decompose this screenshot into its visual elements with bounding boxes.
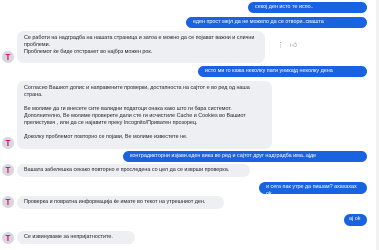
message-bubble[interactable]: секој ден исто те испо.. <box>248 2 367 13</box>
chat-thread: секој ден исто те испо.. еден прост мејл… <box>0 0 379 250</box>
message-bubble[interactable]: Се работи на надградба на нашата страниц… <box>17 31 265 63</box>
telekom-avatar-icon: T <box>2 232 14 244</box>
telekom-avatar-icon: T <box>2 51 14 63</box>
message-paragraph: Ве молиме да ги внесете сите валидни под… <box>24 106 246 126</box>
message-paragraph: Се работи на надградба на нашата страниц… <box>24 35 255 48</box>
message-bubble[interactable]: Согласно Вашиот допис и направените пров… <box>17 81 272 149</box>
telekom-avatar-icon: T <box>2 137 14 149</box>
message-text: и сега пак утре да пишам? ахахахах ok <box>266 184 357 197</box>
message-bubble[interactable]: контрадикторни изјави.еден вика во ред и… <box>123 151 367 162</box>
message-bubble[interactable]: Се извинуваме за непријатностите. <box>17 231 135 244</box>
message-paragraph: Се извинуваме за непријатностите. <box>24 234 113 240</box>
message-paragraph: Вашата забелешка секако повторно е просл… <box>24 167 230 173</box>
message-text: секој ден исто те испо.. <box>255 4 314 10</box>
message-bubble[interactable]: и сега пак утре да пишам? ахахахах ok <box>259 182 367 197</box>
message-paragraph: Проблемот ќе биде отстранет во најбрз мо… <box>24 49 153 55</box>
message-paragraph: Согласно Вашиот допис и направените пров… <box>24 85 250 98</box>
message-bubble[interactable]: исто ми го кажа неколку пати уникајд нек… <box>198 66 367 77</box>
message-text: aj ok <box>349 216 361 222</box>
message-text: исто ми го кажа неколку пати уникајд нек… <box>205 68 333 74</box>
message-bubble[interactable]: aj ok <box>344 214 367 226</box>
message-text: еден прост мејл да не можело да се отвор… <box>193 19 324 25</box>
message-bubble[interactable]: Проверка и повратна информација ќе имате… <box>17 196 224 209</box>
message-bubble[interactable]: еден прост мејл да не можело да се отвор… <box>186 17 367 28</box>
thumbs-up-icon[interactable]: 👍︎ <box>289 41 298 50</box>
telekom-avatar-icon: T <box>2 164 14 176</box>
more-options-icon[interactable]: ⋮ <box>276 41 285 50</box>
telekom-avatar-icon: T <box>2 196 14 208</box>
message-paragraph: Доколку проблемот повторно се појави, Ве… <box>24 134 188 140</box>
message-text: контрадикторни изјави.еден вика во ред и… <box>130 153 317 159</box>
message-bubble[interactable]: Вашата забелешка секако повторно е просл… <box>17 164 250 177</box>
message-paragraph: Проверка и повратна информација ќе имате… <box>24 199 206 205</box>
